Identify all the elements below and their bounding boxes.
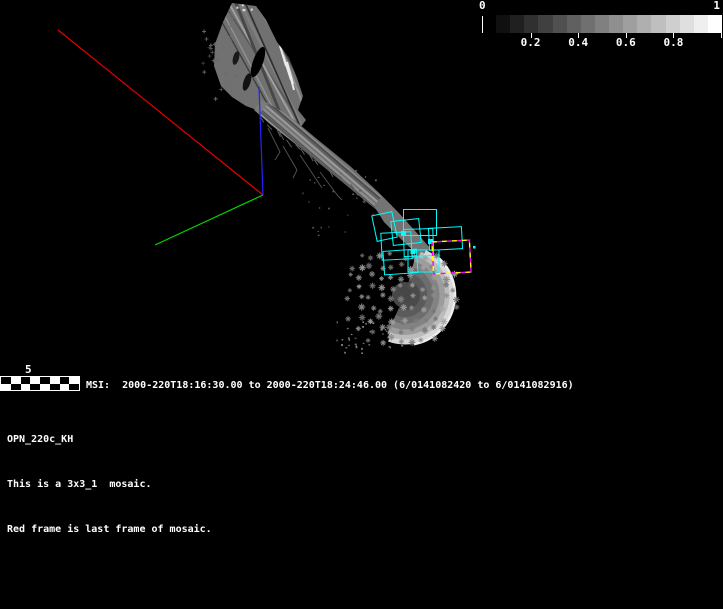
y-axis [155,195,263,245]
annotation-line: This is a 3x3_1 mosaic. [7,477,212,492]
colorbar-tick-label: 0.6 [616,36,636,49]
colorbar-step [510,15,524,33]
checker-cell [50,384,60,391]
colorbar-step [694,15,708,33]
annotation-line: Red frame is last frame of mosaic. [7,522,212,537]
colorbar-step [637,15,651,33]
colorbar-step [609,15,623,33]
scale-bar-checkerboard [0,376,80,391]
colorbar-tick-label: 0.8 [663,36,683,49]
colorbar-step [651,15,665,33]
colorbar-step [708,15,722,33]
colorbar-step [595,15,609,33]
checker-cell [1,384,11,391]
checker-cell [21,384,31,391]
visualization-window: 0 1 0.20.40.60.8 5 km MSI: 2000-220T18:1… [0,0,723,609]
status-line: MSI: 2000-220T18:16:30.00 to 2000-220T18… [86,379,574,392]
checker-cell [11,384,21,391]
annotation-block: OPN_220c_KH This is a 3x3_1 mosaic. Red … [7,402,212,567]
checker-cell [30,384,40,391]
colorbar-step [680,15,694,33]
colorbar-step [567,15,581,33]
colorbar-step [623,15,637,33]
colorbar-step [524,15,538,33]
checker-cell [69,384,79,391]
pointer-dot [473,246,476,249]
colorbar-tick-label: 0.2 [521,36,541,49]
checker-cell [60,384,70,391]
colorbar-legend: 0 1 0.2 0.4 0.6 0.8 [479,0,723,52]
annotation-line: OPN_220c_KH [7,432,212,447]
colorbar-gradient [496,15,722,33]
frame-corner-knot [411,249,416,254]
colorbar-step [553,15,567,33]
frame-corner-knot [401,231,406,236]
colorbar-max-label: 1 [713,0,720,12]
colorbar-tick [482,16,483,33]
colorbar-step [538,15,552,33]
colorbar-step [581,15,595,33]
checker-cell [40,384,50,391]
colorbar-step [496,15,510,33]
colorbar-tick-label: 0.4 [568,36,588,49]
colorbar-min-label: 0 [479,0,486,12]
colorbar-tick [721,33,722,38]
colorbar-step [666,15,680,33]
